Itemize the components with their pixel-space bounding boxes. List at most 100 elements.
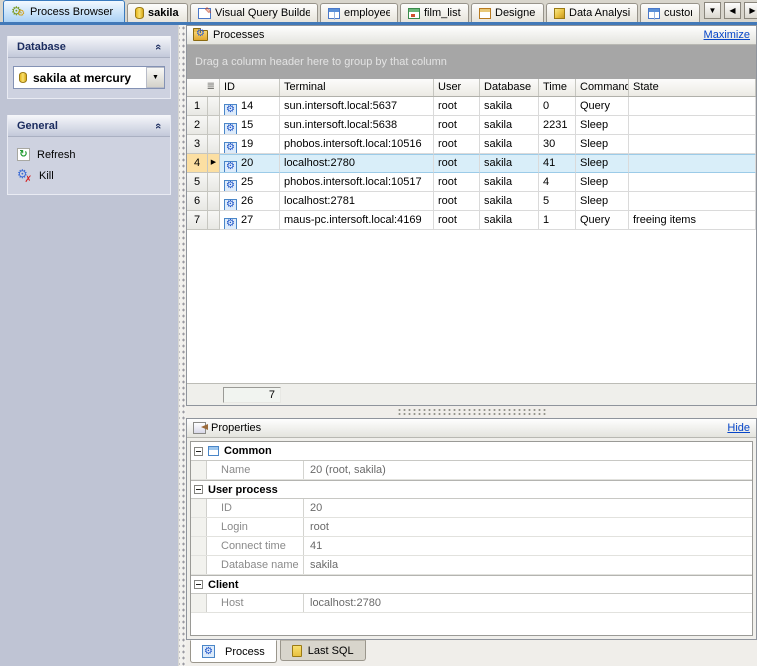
property-value: localhost:2780	[310, 597, 381, 609]
database-icon	[135, 7, 144, 19]
property-group-client[interactable]: Client	[191, 575, 752, 594]
cell-id: ⚙ 15	[220, 116, 280, 135]
row-marker	[208, 211, 220, 230]
property-row[interactable]: Login root	[191, 518, 752, 537]
tab-label: Visual Query Builder	[215, 7, 310, 19]
process-row[interactable]: 6 ⚙ 26 localhost:2781 root sakila 5 Sleep	[187, 192, 756, 211]
process-gear-icon: ⚙	[224, 179, 237, 191]
kill-action[interactable]: ⚙ ✗ Kill	[8, 165, 170, 186]
tab-label: film_list	[424, 7, 461, 19]
sidebar-group-general: General « ↻ Refresh ⚙ ✗ Kill	[7, 115, 171, 195]
process-row[interactable]: 3 ⚙ 19 phobos.intersoft.local:10516 root …	[187, 135, 756, 154]
process-row[interactable]: 5 ⚙ 25 phobos.intersoft.local:10517 root …	[187, 173, 756, 192]
property-row[interactable]: Connect time 41	[191, 537, 752, 556]
process-gear-icon: ⚙	[202, 645, 215, 658]
tab-process-browser[interactable]: ⚙ ⚙ Process Browser	[3, 0, 125, 22]
property-row[interactable]: Name 20 (root, sakila)	[191, 461, 752, 480]
designer-icon	[479, 7, 491, 19]
property-row[interactable]: ID 20	[191, 499, 752, 518]
cell-database: sakila	[480, 173, 539, 192]
tab-sakila[interactable]: sakila	[127, 3, 188, 22]
grid-corner-cell[interactable]: ≣	[187, 79, 220, 96]
property-row[interactable]: Host localhost:2780	[191, 594, 752, 613]
document-tabbar: ⚙ ⚙ Process Browser sakila ✎ Visual Query…	[0, 0, 757, 22]
tab-label: sakila	[148, 7, 179, 19]
column-header-terminal[interactable]: Terminal	[280, 79, 434, 96]
sidebar-group-header-general[interactable]: General «	[8, 115, 170, 137]
cell-user: root	[434, 116, 480, 135]
cell-command: Sleep	[576, 116, 629, 135]
tab-list-dropdown-button[interactable]: ▼	[704, 2, 721, 19]
row-marker	[208, 192, 220, 211]
cell-terminal: sun.intersoft.local:5638	[280, 116, 434, 135]
property-row[interactable]: Database name sakila	[191, 556, 752, 575]
tab-last-sql[interactable]: Last SQL	[279, 640, 366, 661]
property-group-user-process[interactable]: User process	[191, 480, 752, 499]
collapse-icon[interactable]	[194, 485, 203, 494]
collapse-chevron-icon[interactable]: «	[152, 120, 164, 132]
property-gutter	[191, 556, 207, 574]
tab-designer[interactable]: Designer	[471, 3, 544, 22]
tab-process[interactable]: ⚙ Process	[190, 640, 277, 663]
sidebar-group-database: Database « sakila at mercury ▼	[7, 36, 171, 99]
property-label: Host	[207, 594, 304, 612]
property-value: 41	[310, 540, 323, 552]
database-select-dropdown-button[interactable]: ▼	[146, 67, 164, 88]
column-header-user[interactable]: User	[434, 79, 480, 96]
kill-icon: ⚙ ✗	[17, 167, 32, 184]
row-number: 3	[187, 135, 208, 154]
cell-user: root	[434, 154, 480, 173]
column-header-command[interactable]: Command	[576, 79, 629, 96]
process-row[interactable]: 2 ⚙ 15 sun.intersoft.local:5638 root saki…	[187, 116, 756, 135]
tab-film-list[interactable]: film_list	[400, 3, 469, 22]
refresh-action[interactable]: ↻ Refresh	[8, 144, 170, 165]
tab-scroll-left-button[interactable]: ◀	[724, 2, 741, 19]
cell-time: 2231	[539, 116, 576, 135]
tab-employee[interactable]: employee	[320, 3, 398, 22]
tab-data-analysis[interactable]: Data Analysis	[546, 3, 638, 22]
process-gear-icon: ⚙	[224, 141, 237, 153]
sidebar-actions: ↻ Refresh ⚙ ✗ Kill	[8, 137, 170, 194]
main-area: ⚙ Processes Maximize Drag a column heade…	[186, 25, 757, 666]
row-marker	[208, 173, 220, 192]
process-row-selected[interactable]: 4 ▶ ⚙ 20 localhost:2780 root sakila 41 Sl…	[187, 154, 756, 173]
collapse-icon[interactable]	[194, 580, 203, 589]
properties-panel: Properties Hide Common Name 20 (root, sa…	[186, 418, 757, 640]
column-header-time[interactable]: Time	[539, 79, 576, 96]
cell-command: Sleep	[576, 173, 629, 192]
group-by-box[interactable]: Drag a column header here to group by th…	[187, 45, 756, 79]
tab-customer[interactable]: custor	[640, 3, 700, 22]
column-header-state[interactable]: State	[629, 79, 756, 96]
column-header-id[interactable]: ID	[220, 79, 280, 96]
collapse-icon[interactable]	[194, 446, 203, 456]
property-gutter	[191, 499, 207, 517]
cell-database: sakila	[480, 135, 539, 154]
maximize-link[interactable]: Maximize	[704, 29, 750, 41]
cell-state	[629, 154, 756, 173]
process-gear-icon: ⚙	[224, 122, 237, 134]
database-select[interactable]: sakila at mercury ▼	[13, 66, 165, 89]
property-group-title: User process	[208, 483, 278, 496]
cell-time: 41	[539, 154, 576, 173]
collapse-chevron-icon[interactable]: «	[152, 41, 164, 53]
column-header-database[interactable]: Database	[480, 79, 539, 96]
property-group-title: Client	[208, 578, 239, 591]
property-group-common[interactable]: Common	[191, 442, 752, 461]
tab-visual-query-builder[interactable]: ✎ Visual Query Builder	[190, 3, 318, 22]
sidebar-splitter[interactable]	[178, 25, 186, 666]
refresh-icon: ↻	[17, 148, 30, 161]
gears-icon: ⚙ ⚙	[11, 3, 26, 18]
cell-id: ⚙ 25	[220, 173, 280, 192]
tab-scroll-right-button[interactable]: ▶	[744, 2, 757, 19]
property-gutter	[191, 594, 207, 612]
process-row[interactable]: 7 ⚙ 27 maus-pc.intersoft.local:4169 root …	[187, 211, 756, 230]
cell-id: ⚙ 27	[220, 211, 280, 230]
property-gutter	[191, 461, 207, 479]
cell-database: sakila	[480, 116, 539, 135]
process-gear-icon: ⚙	[224, 160, 237, 172]
sidebar-group-header-database[interactable]: Database «	[8, 36, 170, 58]
hide-link[interactable]: Hide	[727, 422, 750, 434]
panel-splitter[interactable]	[186, 406, 757, 418]
properties-icon	[193, 422, 206, 434]
process-row[interactable]: 1 ⚙ 14 sun.intersoft.local:5637 root saki…	[187, 97, 756, 116]
